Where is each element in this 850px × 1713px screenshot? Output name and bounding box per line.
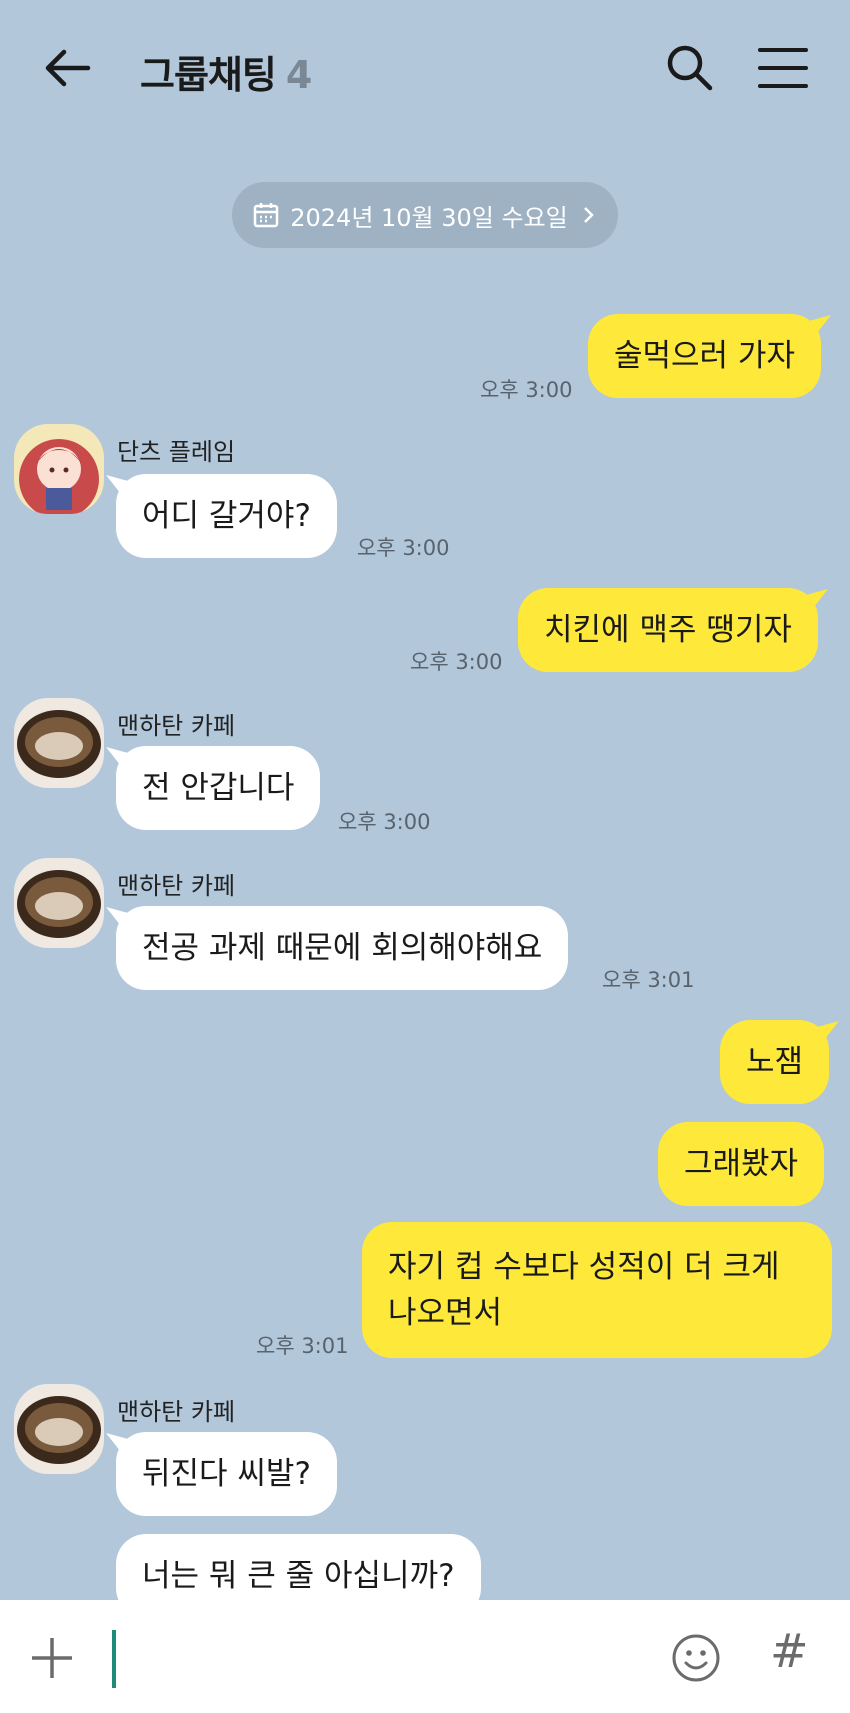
message-time: 오후 3:00 xyxy=(410,650,503,674)
my-message-bubble[interactable]: 노잼 xyxy=(720,1020,830,1104)
message-time: 오후 3:01 xyxy=(602,968,695,992)
message-text: 뒤진다 씨발? xyxy=(142,1456,311,1492)
date-label: 2024년 10월 30일 수요일 xyxy=(290,203,568,232)
chevron-right-icon xyxy=(583,207,594,223)
chat-header: 그룹채팅 4 xyxy=(0,0,850,135)
message-text: 노잼 xyxy=(746,1044,804,1080)
member-count: 4 xyxy=(285,53,312,97)
message-time: 오후 3:00 xyxy=(357,536,450,560)
sender-name: 맨하탄 카페 xyxy=(117,712,236,740)
message-time: 오후 3:01 xyxy=(256,1334,349,1358)
message-time: 오후 3:00 xyxy=(338,810,431,834)
message-text: 그래봤자 xyxy=(684,1146,799,1182)
message-input-bar: # xyxy=(0,1600,850,1713)
other-message-bubble[interactable]: 전공 과제 때문에 회의해야해요 xyxy=(116,906,569,990)
search-icon[interactable] xyxy=(662,40,718,96)
chat-title: 그룹채팅 4 xyxy=(140,44,312,99)
my-message-bubble[interactable]: 자기 컵 수보다 성적이 더 크게 나오면서 xyxy=(362,1222,832,1358)
message-time: 오후 3:00 xyxy=(480,378,573,402)
message-text: 전공 과제 때문에 회의해야해요 xyxy=(142,930,543,966)
arrow-left-icon[interactable] xyxy=(40,38,100,98)
date-divider[interactable]: 2024년 10월 30일 수요일 xyxy=(232,182,618,248)
chat-title-text: 그룹채팅 xyxy=(140,53,277,97)
avatar[interactable] xyxy=(14,698,104,788)
avatar[interactable] xyxy=(14,1384,104,1474)
sender-name: 맨하탄 카페 xyxy=(117,872,236,900)
message-input[interactable] xyxy=(112,1630,116,1688)
message-text-line2: 나오면서 xyxy=(388,1295,503,1331)
message-text: 너는 뭐 큰 줄 아십니까? xyxy=(142,1558,455,1594)
sender-name: 단츠 플레임 xyxy=(117,438,236,466)
avatar[interactable] xyxy=(14,858,104,948)
other-message-bubble[interactable]: 뒤진다 씨발? xyxy=(116,1432,337,1516)
my-message-bubble[interactable]: 치킨에 맥주 땡기자 xyxy=(518,588,818,672)
message-text: 치킨에 맥주 땡기자 xyxy=(544,612,792,648)
hamburger-menu-icon[interactable] xyxy=(754,40,812,96)
message-text: 술먹으러 가자 xyxy=(614,338,795,374)
emoji-icon[interactable] xyxy=(670,1632,722,1684)
message-text: 전 안갑니다 xyxy=(142,770,295,806)
hash-icon[interactable]: # xyxy=(770,1624,809,1678)
calendar-icon xyxy=(253,203,279,228)
my-message-bubble[interactable]: 그래봤자 xyxy=(658,1122,825,1206)
avatar[interactable] xyxy=(14,424,104,514)
message-text: 어디 갈거야? xyxy=(142,498,311,534)
message-text: 자기 컵 수보다 성적이 더 크게 xyxy=(388,1249,780,1285)
sender-name: 맨하탄 카페 xyxy=(117,1398,236,1426)
other-message-bubble[interactable]: 전 안갑니다 xyxy=(116,746,321,830)
my-message-bubble[interactable]: 술먹으러 가자 xyxy=(588,314,821,398)
plus-icon[interactable] xyxy=(30,1636,74,1680)
other-message-bubble[interactable]: 어디 갈거야? xyxy=(116,474,337,558)
